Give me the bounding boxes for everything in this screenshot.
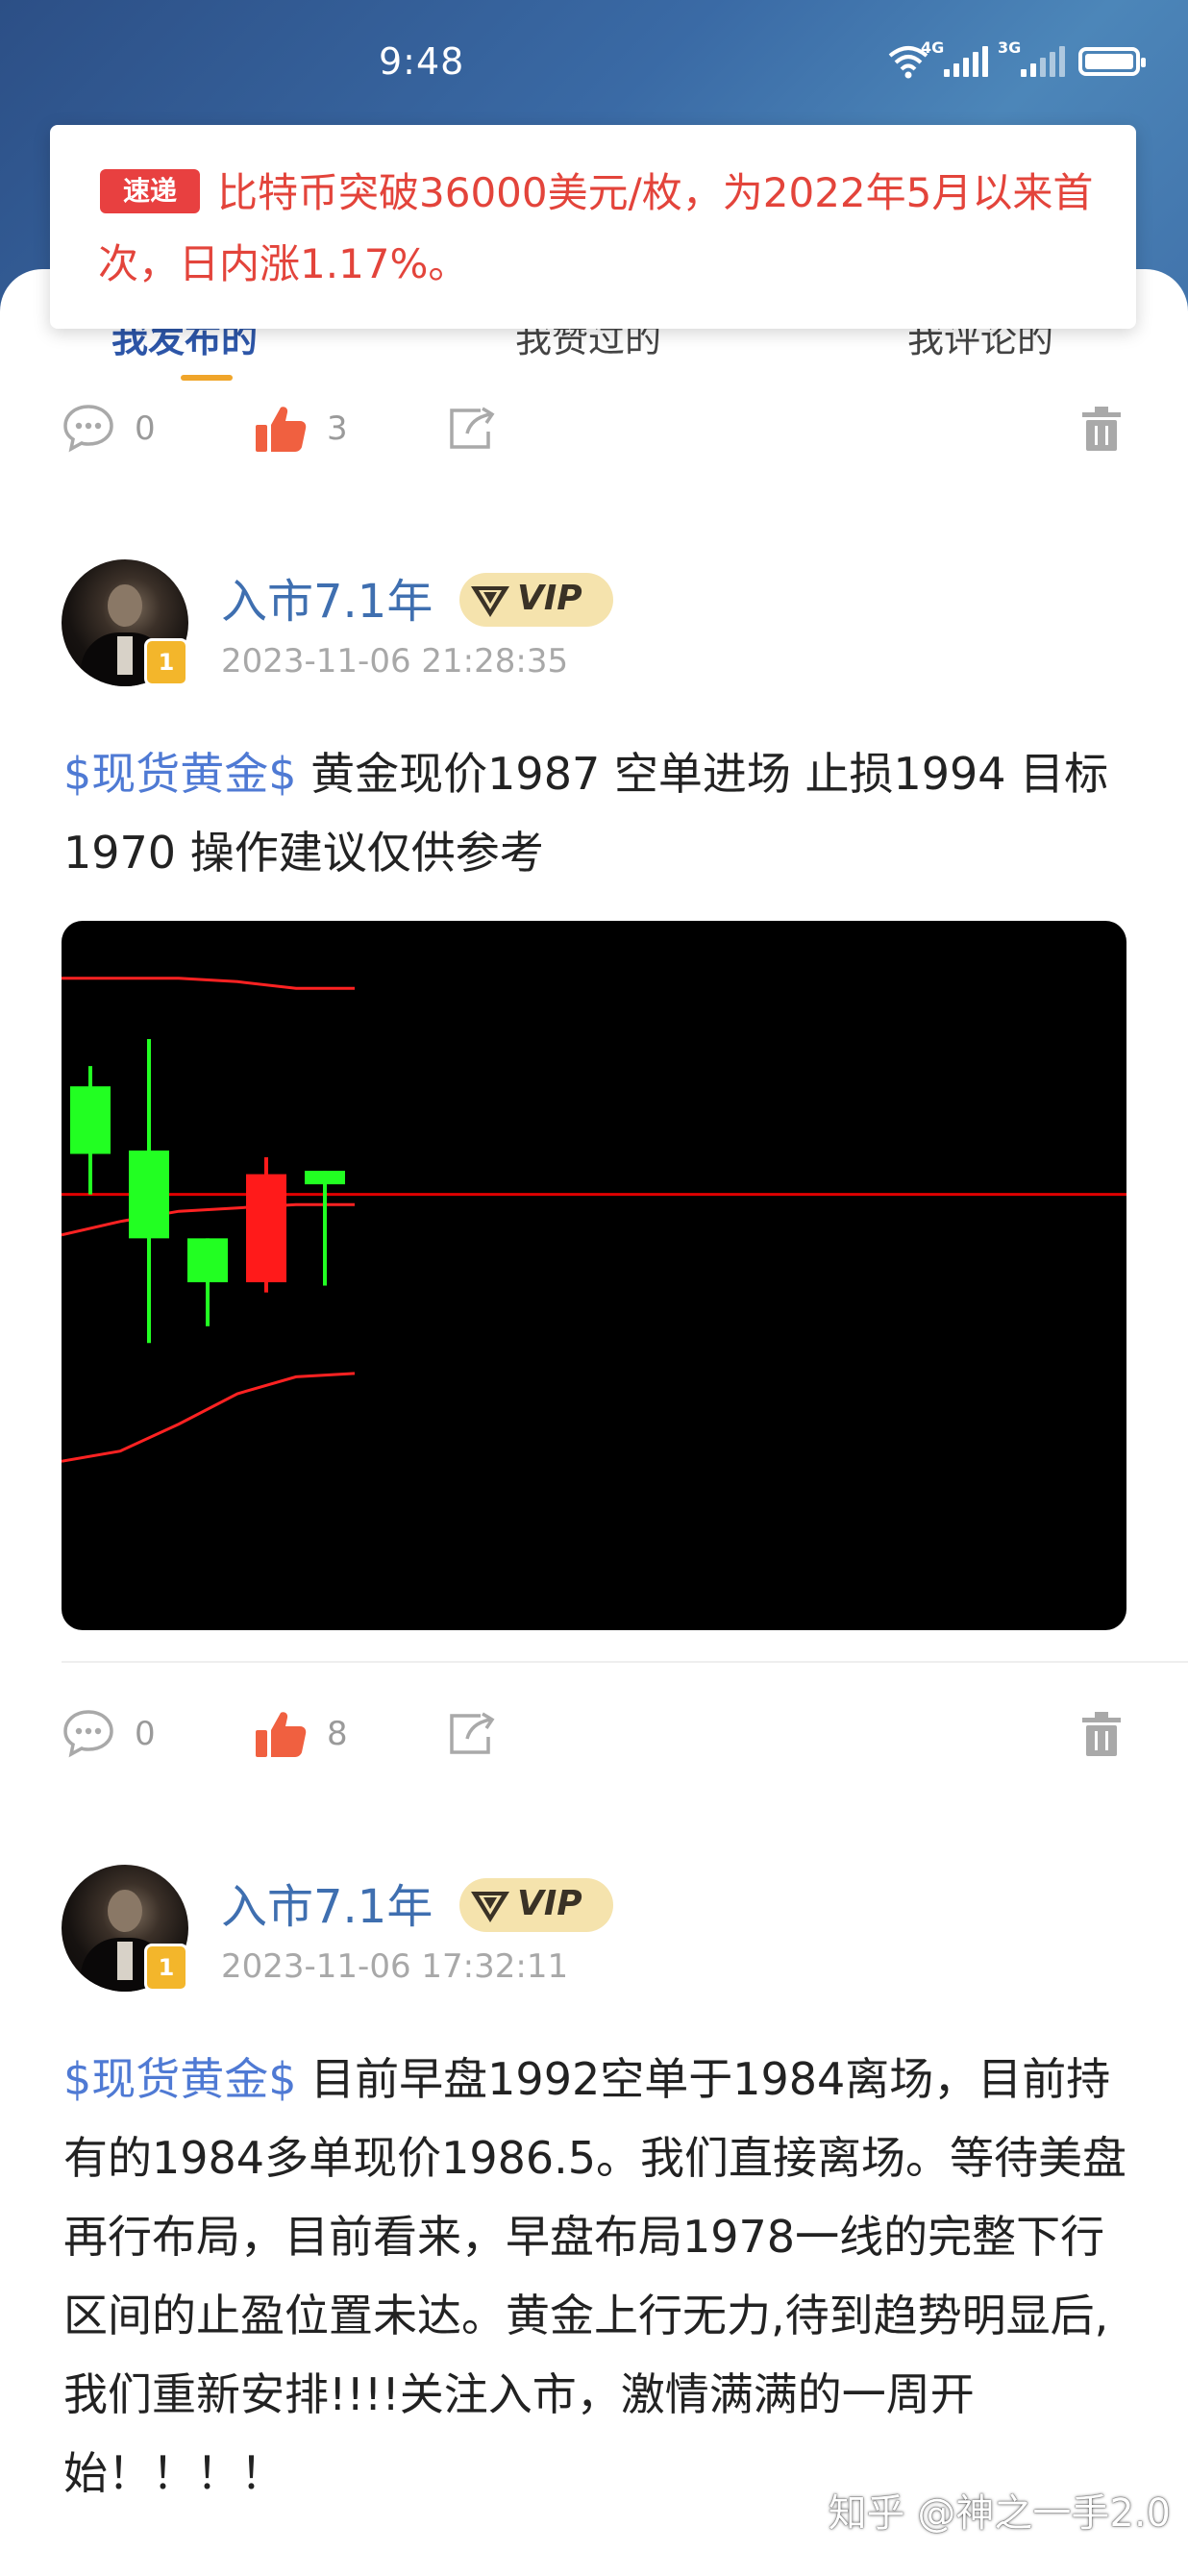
action-bar: 0 3 [62,400,1128,458]
level-badge: 1 [144,638,188,686]
middle-band-line [62,1202,355,1237]
share-icon [450,1712,495,1754]
toast-text: 比特币突破36000美元/枚，为2022年5月以来首次，日内涨1.17%。 [98,169,1094,287]
share-button[interactable] [446,400,498,458]
diamond-icon [471,586,509,617]
news-toast[interactable]: 速递 比特币突破36000美元/枚，为2022年5月以来首次，日内涨1.17%。 [50,125,1136,329]
trash-icon [1082,1712,1121,1756]
vip-badge: VIP [459,1878,613,1932]
post-content: $现货黄金$ 目前早盘1992空单于1984离场，目前持有的1984多单现价19… [63,2040,1130,2513]
comment-icon [63,405,113,453]
status-time: 9:48 [379,40,465,83]
post-header: 1 入市7.1年 VIP 2023-11-06 17:32:11 [62,1865,1119,1999]
tab-indicator [181,375,233,381]
topic-tag[interactable]: $现货黄金$ [63,748,297,800]
level-badge: 1 [144,1944,188,1992]
post-time: 2023-11-06 21:28:35 [221,642,569,681]
share-button[interactable] [446,1705,498,1763]
username[interactable]: 入市7.1年 [221,1869,433,1936]
post-text: 目前早盘1992空单于1984离场，目前持有的1984多单现价1986.5。我们… [63,2053,1127,2499]
like-button[interactable]: 8 [254,1705,348,1763]
post-time: 2023-11-06 17:32:11 [221,1947,569,1986]
post-divider [62,1661,1188,1663]
lower-band-line [62,1372,356,1463]
comment-icon [63,1710,113,1758]
comment-count: 0 [135,409,156,448]
comment-count: 0 [135,1715,156,1753]
comment-button[interactable]: 0 [62,1705,156,1763]
candle-body [70,1086,111,1154]
signal-3g-icon: 3G [998,38,1065,77]
chart-canvas [62,977,1126,1463]
watermark: 知乎 @神之一手2.0 [828,2491,1171,2536]
thumbs-up-icon [256,407,307,452]
like-button[interactable]: 3 [254,400,348,458]
username[interactable]: 入市7.1年 [221,563,433,631]
vip-badge: VIP [459,573,613,627]
delete-button[interactable] [1080,400,1123,458]
vip-label: VIP [517,1884,582,1923]
action-bar: 0 8 [62,1705,1128,1763]
like-count: 8 [327,1715,348,1753]
diamond-icon [471,1892,509,1922]
post-header: 1 入市7.1年 VIP 2023-11-06 21:28:35 [62,559,1119,694]
candle-body [246,1174,286,1283]
post-content: $现货黄金$ 黄金现价1987 空单进场 止损1994 目标1970 操作建议仅… [63,734,1130,892]
comment-button[interactable]: 0 [62,400,156,458]
thumbs-up-icon [256,1712,307,1757]
candle-body [129,1150,169,1239]
share-icon [450,407,495,449]
delete-button[interactable] [1080,1705,1123,1763]
status-bar: 9:48 4G 3G [0,0,1188,125]
status-icons: 4G 3G [886,38,1146,81]
signal-4g-icon: 4G [921,38,988,77]
candle-body [305,1171,345,1185]
battery-icon [1078,47,1146,76]
candlestick-chart[interactable] [62,921,1126,1630]
like-count: 3 [327,409,348,448]
vip-label: VIP [517,579,582,618]
upper-band-line [62,977,355,990]
trash-icon [1082,407,1121,451]
candle-body [187,1238,228,1283]
topic-tag[interactable]: $现货黄金$ [63,2053,297,2105]
